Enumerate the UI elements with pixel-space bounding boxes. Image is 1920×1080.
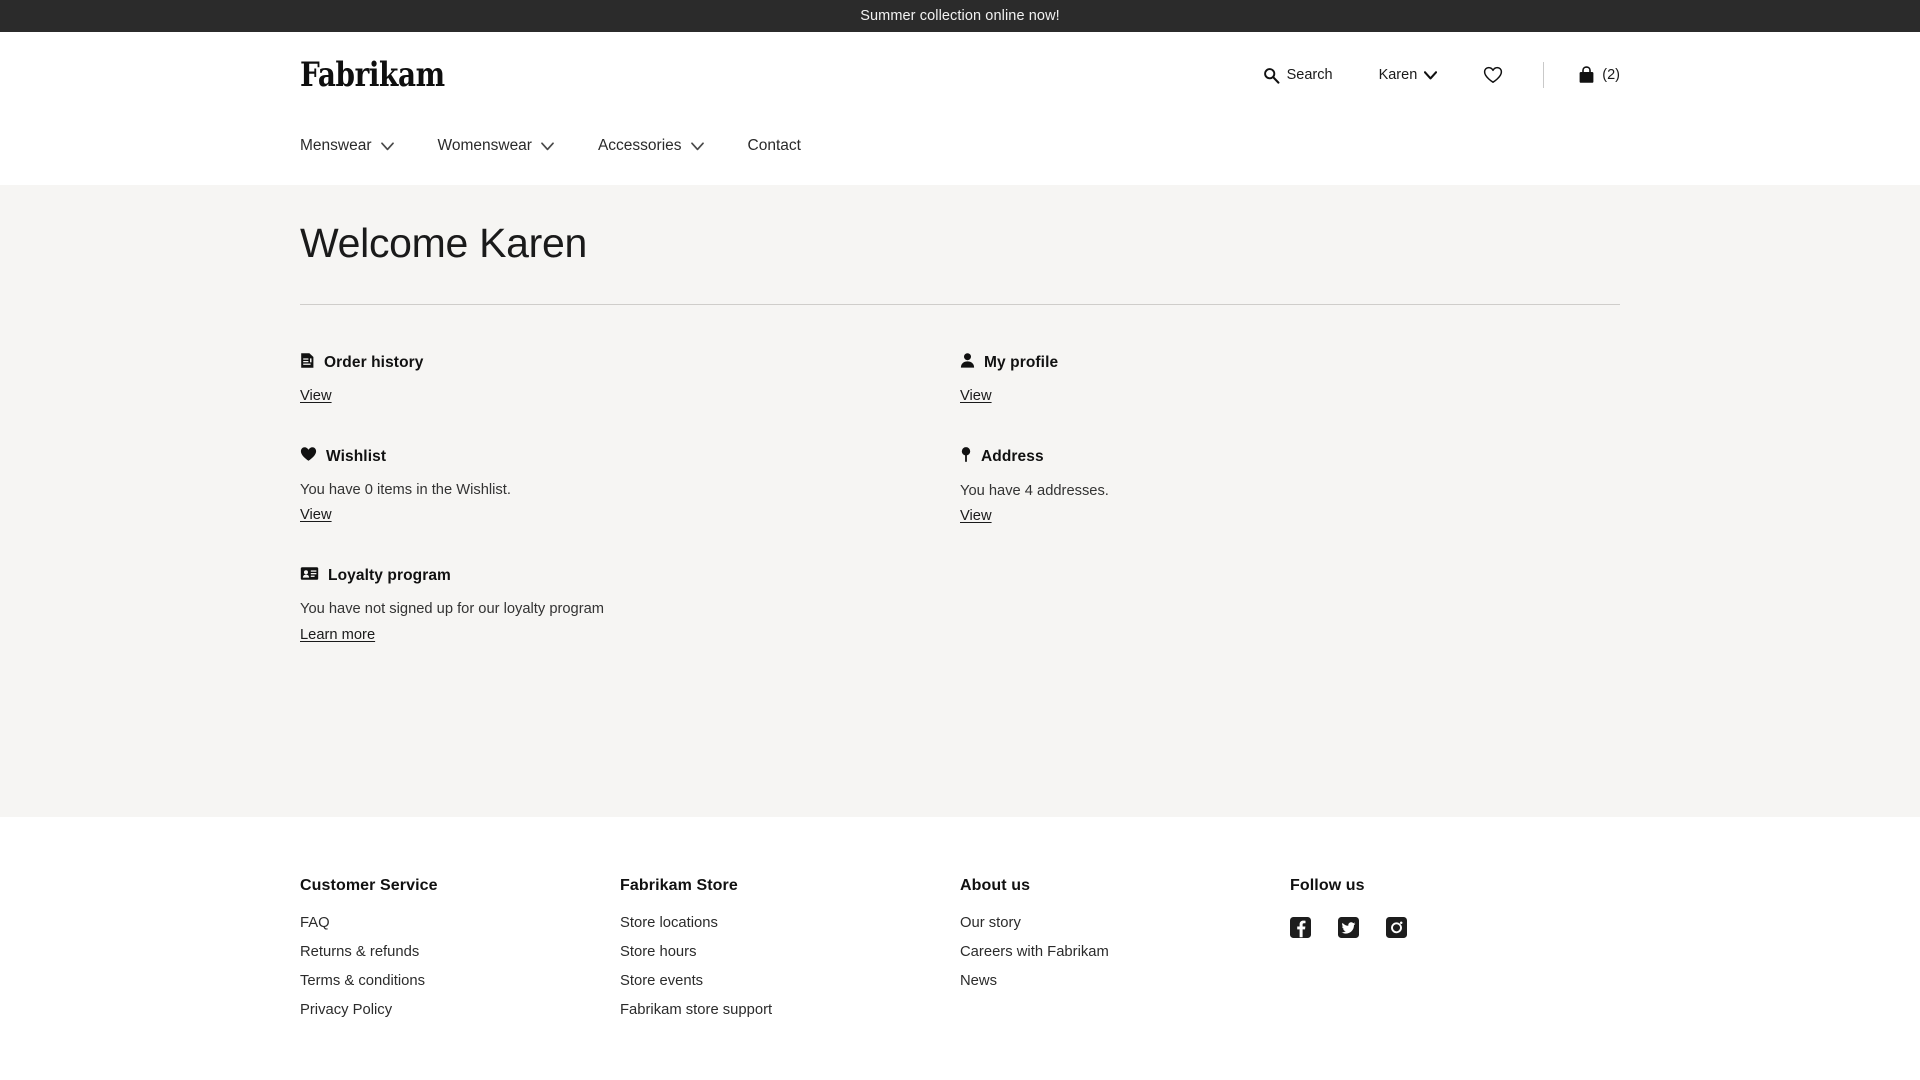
chevron-down-icon (1424, 70, 1438, 80)
footer-column-fabrikam-store: Fabrikam Store Store locations Store hou… (620, 877, 960, 1031)
account-label: Karen (1378, 67, 1418, 83)
nav-item-contact[interactable]: Contact (748, 133, 801, 159)
wishlist-button[interactable] (1483, 60, 1503, 90)
card-header: Loyalty program (300, 566, 960, 586)
cart-button[interactable]: (2) (1578, 60, 1620, 90)
card-title: My profile (984, 354, 1059, 372)
footer-link-store-hours[interactable]: Store hours (620, 944, 960, 960)
footer-heading: Follow us (1290, 877, 1365, 894)
card-my-profile: My profile View (960, 352, 1620, 405)
chevron-down-icon (541, 141, 554, 151)
card-link-learn-more[interactable]: Learn more (300, 627, 375, 643)
page-title: Welcome Karen (300, 220, 588, 266)
footer-heading: Customer Service (300, 877, 438, 894)
card-description: You have 4 addresses. (960, 483, 1109, 500)
person-icon (960, 352, 975, 374)
nav-item-label: Contact (747, 137, 801, 154)
id-card-icon (300, 566, 319, 586)
footer-column-follow-us: Follow us (1290, 877, 1620, 1031)
footer-link-store-support[interactable]: Fabrikam store support (620, 1002, 960, 1018)
promo-banner: Summer collection online now! (0, 0, 1920, 32)
site-footer: Customer Service FAQ Returns & refunds T… (0, 817, 1920, 1031)
card-header: Order history (300, 352, 960, 374)
footer-link-our-story[interactable]: Our story (960, 915, 1290, 931)
search-icon (1263, 67, 1280, 84)
card-header: Wishlist (300, 446, 960, 467)
chevron-down-icon (690, 141, 704, 151)
nav-item-label: Menswear (300, 137, 372, 154)
card-description: You have not signed up for our loyalty p… (300, 601, 605, 618)
heart-outline-icon (1483, 66, 1503, 84)
card-order-history: Order history View (300, 352, 960, 405)
twitter-icon[interactable] (1338, 917, 1359, 943)
card-title: Loyalty program (328, 567, 451, 585)
nav-item-womenswear[interactable]: Womenswear (438, 133, 554, 159)
chevron-down-icon (380, 141, 394, 151)
card-link-view[interactable]: View (300, 507, 332, 523)
card-link-view[interactable]: View (960, 388, 992, 404)
promo-banner-text: Summer collection online now! (860, 8, 1060, 24)
footer-heading: About us (960, 877, 1031, 894)
nav-item-accessories[interactable]: Accessories (598, 133, 704, 159)
nav-item-label: Accessories (597, 137, 682, 154)
card-description: You have 0 items in the Wishlist. (300, 482, 511, 499)
card-loyalty-program: Loyalty program You have not signed up f… (300, 566, 960, 643)
nav-item-label: Womenswear (437, 137, 532, 154)
map-pin-icon (960, 446, 972, 468)
footer-column-customer-service: Customer Service FAQ Returns & refunds T… (300, 877, 620, 1031)
header-divider (1543, 62, 1545, 88)
search-button[interactable]: Search (1263, 61, 1333, 90)
footer-link-returns-refunds[interactable]: Returns & refunds (300, 944, 620, 960)
social-links (1290, 917, 1620, 943)
card-wishlist: Wishlist You have 0 items in the Wishlis… (300, 446, 960, 525)
footer-link-careers[interactable]: Careers with Fabrikam (960, 944, 1290, 960)
footer-link-terms-conditions[interactable]: Terms & conditions (300, 973, 620, 989)
card-link-view[interactable]: View (960, 508, 992, 524)
footer-link-store-events[interactable]: Store events (620, 973, 960, 989)
footer-column-about-us: About us Our story Careers with Fabrikam… (960, 877, 1290, 1031)
shopping-bag-icon (1578, 66, 1595, 84)
footer-heading: Fabrikam Store (620, 877, 738, 894)
account-cards-grid: Order history View My profile View Wishl… (300, 305, 1620, 685)
heart-filled-icon (300, 446, 317, 467)
card-title: Order history (324, 354, 424, 372)
card-header: Address (960, 446, 1620, 468)
account-dashboard: Welcome Karen Order history View My prof… (0, 185, 1920, 817)
footer-link-store-locations[interactable]: Store locations (620, 915, 960, 931)
card-title: Address (981, 448, 1044, 466)
header-top-row: Fabrikam Search Karen (2) (0, 32, 1920, 118)
account-menu-button[interactable]: Karen (1379, 61, 1438, 89)
card-header: My profile (960, 352, 1620, 374)
site-header: Fabrikam Search Karen (2) Menswear Women… (0, 32, 1920, 185)
nav-item-menswear[interactable]: Menswear (300, 133, 394, 159)
facebook-icon[interactable] (1290, 917, 1311, 943)
site-logo[interactable]: Fabrikam (300, 58, 445, 92)
cart-count-label: (2) (1602, 67, 1620, 83)
grid-spacer (960, 566, 1620, 684)
card-address: Address You have 4 addresses. View (960, 446, 1620, 525)
card-link-view[interactable]: View (300, 388, 332, 404)
footer-link-privacy-policy[interactable]: Privacy Policy (300, 1002, 620, 1018)
main-navigation: Menswear Womenswear Accessories Contact (0, 118, 1920, 174)
footer-link-news[interactable]: News (960, 973, 1290, 989)
card-title: Wishlist (326, 447, 387, 465)
instagram-icon[interactable] (1386, 917, 1407, 943)
search-label: Search (1286, 67, 1333, 83)
receipt-icon (300, 352, 315, 374)
header-actions: Search Karen (2) (1263, 60, 1620, 90)
footer-link-faq[interactable]: FAQ (300, 915, 620, 931)
